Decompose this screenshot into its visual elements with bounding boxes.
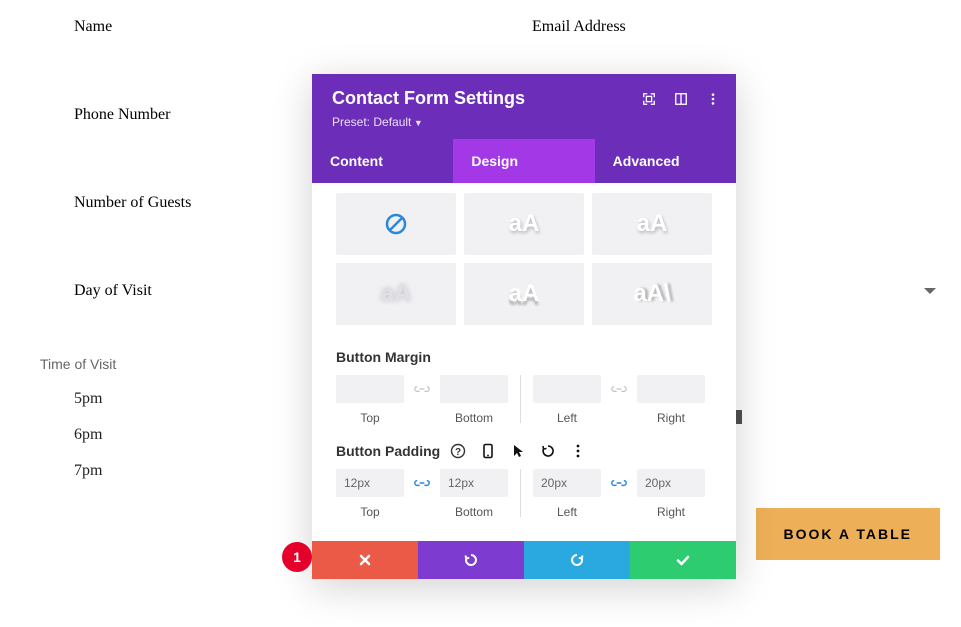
- margin-left-sublabel: Left: [557, 411, 577, 425]
- guests-field-label: Number of Guests: [74, 194, 191, 212]
- expand-icon[interactable]: [642, 92, 656, 106]
- cancel-button[interactable]: [312, 541, 418, 579]
- shadow-option-2[interactable]: aA: [592, 193, 712, 255]
- day-field-label: Day of Visit: [74, 282, 191, 300]
- modal-tabs: Content Design Advanced: [312, 139, 736, 183]
- padding-left-sublabel: Left: [557, 505, 577, 519]
- shadow-option-5[interactable]: aA\: [592, 263, 712, 325]
- cursor-icon[interactable]: [510, 443, 526, 459]
- help-icon[interactable]: ?: [450, 443, 466, 459]
- svg-text:?: ?: [455, 447, 461, 458]
- time-option-6pm[interactable]: 6pm: [74, 426, 191, 444]
- padding-top-sublabel: Top: [360, 505, 379, 519]
- annotation-badge: 1: [282, 542, 312, 572]
- modal-footer: [312, 541, 736, 579]
- button-padding-row: Top Bottom Left: [336, 469, 712, 519]
- button-margin-row: Top Bottom Left: [336, 375, 712, 425]
- margin-right-input[interactable]: [637, 375, 705, 403]
- modal-header: Contact Form Settings Preset: Default: [312, 74, 736, 139]
- margin-right-sublabel: Right: [657, 411, 685, 425]
- padding-right-input[interactable]: [637, 469, 705, 497]
- tab-content[interactable]: Content: [312, 139, 453, 183]
- margin-top-sublabel: Top: [360, 411, 379, 425]
- margin-left-input[interactable]: [533, 375, 601, 403]
- reset-icon[interactable]: [540, 443, 556, 459]
- padding-bottom-input[interactable]: [440, 469, 508, 497]
- kebab-menu-icon[interactable]: [706, 92, 720, 106]
- preset-dropdown[interactable]: Preset: Default: [332, 115, 716, 129]
- time-option-5pm[interactable]: 5pm: [74, 390, 191, 408]
- padding-top-input[interactable]: [336, 469, 404, 497]
- margin-bottom-sublabel: Bottom: [455, 411, 493, 425]
- redo-button[interactable]: [524, 541, 630, 579]
- shadow-option-1[interactable]: aA: [464, 193, 584, 255]
- name-field-label: Name: [74, 18, 191, 36]
- phone-field-label: Phone Number: [74, 106, 191, 124]
- button-padding-label: Button Padding: [336, 443, 440, 459]
- shadow-option-4[interactable]: aA: [464, 263, 584, 325]
- email-field-label: Email Address: [532, 18, 626, 36]
- padding-vertical-link-icon[interactable]: [412, 469, 432, 497]
- tablet-icon[interactable]: [480, 443, 496, 459]
- padding-right-sublabel: Right: [657, 505, 685, 519]
- button-margin-label: Button Margin: [336, 349, 712, 365]
- undo-button[interactable]: [418, 541, 524, 579]
- book-table-button[interactable]: BOOK A TABLE: [756, 508, 940, 560]
- time-field-label: Time of Visit: [40, 356, 191, 372]
- text-shadow-options: aA aA aA aA aA\: [336, 193, 712, 325]
- shadow-none-option[interactable]: [336, 193, 456, 255]
- padding-bottom-sublabel: Bottom: [455, 505, 493, 519]
- margin-vertical-link-icon[interactable]: [412, 375, 432, 403]
- padding-kebab-icon[interactable]: [570, 443, 586, 459]
- save-button[interactable]: [630, 541, 736, 579]
- padding-left-input[interactable]: [533, 469, 601, 497]
- modal-body: aA aA aA aA aA\ Button Margin Top Bottom: [312, 183, 736, 541]
- shadow-option-3[interactable]: aA: [336, 263, 456, 325]
- padding-horizontal-link-icon[interactable]: [609, 469, 629, 497]
- tab-design[interactable]: Design: [453, 139, 594, 183]
- margin-bottom-input[interactable]: [440, 375, 508, 403]
- settings-modal: Contact Form Settings Preset: Default Co…: [312, 74, 736, 579]
- time-option-7pm[interactable]: 7pm: [74, 462, 191, 480]
- margin-top-input[interactable]: [336, 375, 404, 403]
- margin-horizontal-link-icon[interactable]: [609, 375, 629, 403]
- tab-advanced[interactable]: Advanced: [595, 139, 736, 183]
- columns-icon[interactable]: [674, 92, 688, 106]
- chevron-down-icon[interactable]: [924, 288, 936, 294]
- drag-handle[interactable]: [736, 410, 742, 424]
